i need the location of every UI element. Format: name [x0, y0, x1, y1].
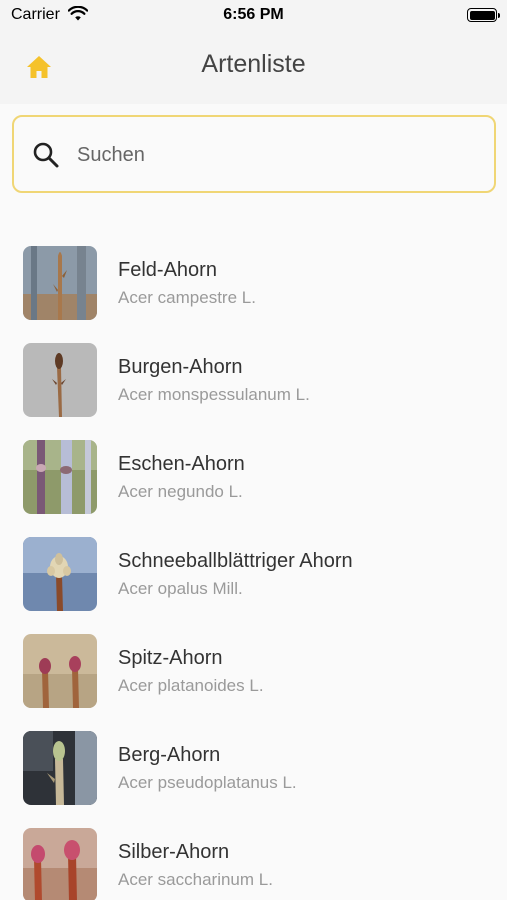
species-latin-name: Acer opalus Mill. [118, 579, 243, 598]
page-title: Artenliste [201, 50, 306, 78]
species-latin-name: Acer negundo L. [118, 482, 243, 501]
species-item-feld-ahorn[interactable]: Feld-Ahorn Acer campestre L. [0, 236, 507, 333]
species-item-berg-ahorn[interactable]: Berg-Ahorn Acer pseudoplatanus L. [0, 721, 507, 818]
species-list: Feld-Ahorn Acer campestre L. Burgen-Ahor… [0, 236, 507, 900]
status-bar: Carrier 6:56 PM [0, 0, 507, 30]
species-latin-name: Acer pseudoplatanus L. [118, 773, 297, 792]
species-item-silber-ahorn[interactable]: Silber-Ahorn Acer saccharinum L. [0, 818, 507, 900]
species-common-name: Schneeballblättriger Ahorn [118, 550, 353, 572]
search-input[interactable] [77, 135, 477, 175]
species-thumbnail [23, 246, 97, 320]
species-common-name: Eschen-Ahorn [118, 453, 245, 475]
battery-icon [467, 8, 500, 22]
species-latin-name: Acer platanoides L. [118, 676, 264, 695]
species-thumbnail [23, 731, 97, 805]
species-thumbnail [23, 634, 97, 708]
species-common-name: Silber-Ahorn [118, 841, 230, 863]
species-latin-name: Acer saccharinum L. [118, 870, 273, 889]
species-item-burgen-ahorn[interactable]: Burgen-Ahorn Acer monspessulanum L. [0, 333, 507, 430]
species-common-name: Spitz-Ahorn [118, 647, 223, 669]
species-thumbnail [23, 537, 97, 611]
species-latin-name: Acer monspessulanum L. [118, 385, 310, 404]
species-item-spitz-ahorn[interactable]: Spitz-Ahorn Acer platanoides L. [0, 624, 507, 721]
species-common-name: Burgen-Ahorn [118, 356, 243, 378]
species-latin-name: Acer campestre L. [118, 288, 256, 307]
species-thumbnail [23, 343, 97, 417]
species-common-name: Berg-Ahorn [118, 744, 221, 766]
species-item-schneeballblaettriger-ahorn[interactable]: Schneeballblättriger Ahorn Acer opalus M… [0, 527, 507, 624]
nav-bar: Artenliste [0, 30, 507, 104]
species-item-eschen-ahorn[interactable]: Eschen-Ahorn Acer negundo L. [0, 430, 507, 527]
species-common-name: Feld-Ahorn [118, 259, 217, 281]
search-box[interactable] [12, 115, 496, 193]
species-thumbnail [23, 828, 97, 900]
species-thumbnail [23, 440, 97, 514]
search-icon [33, 142, 59, 168]
clock: 6:56 PM [223, 6, 284, 23]
